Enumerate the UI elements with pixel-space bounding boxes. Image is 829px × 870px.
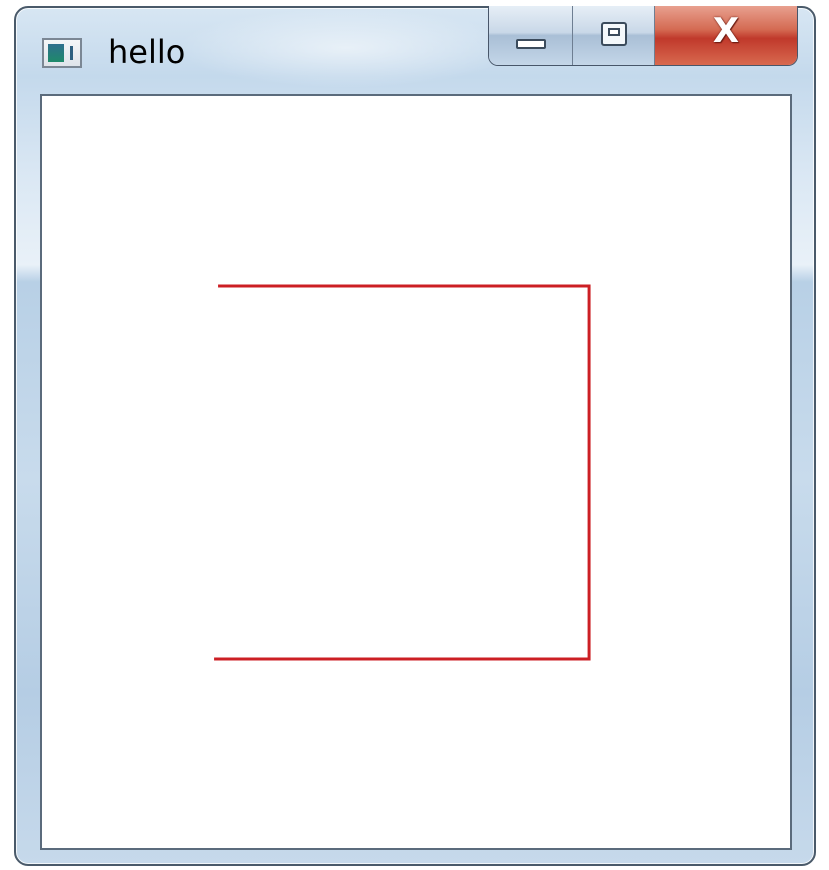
minimize-button[interactable] xyxy=(489,6,573,65)
app-window: hello X xyxy=(14,6,816,866)
client-area xyxy=(40,94,792,850)
close-icon: X xyxy=(712,10,740,51)
minimize-icon xyxy=(515,38,546,49)
console-app-icon[interactable] xyxy=(42,38,82,68)
title-bar-sheen xyxy=(176,8,516,88)
red-line-path xyxy=(214,284,591,661)
close-button[interactable]: X xyxy=(655,6,797,65)
app-icon-cursor xyxy=(70,46,73,60)
caption-buttons: X xyxy=(488,6,798,66)
app-icon-pane xyxy=(48,44,64,62)
window-title: hello xyxy=(108,33,186,71)
maximize-icon xyxy=(600,21,627,46)
maximize-button[interactable] xyxy=(573,6,655,65)
drawing-canvas xyxy=(214,284,591,661)
